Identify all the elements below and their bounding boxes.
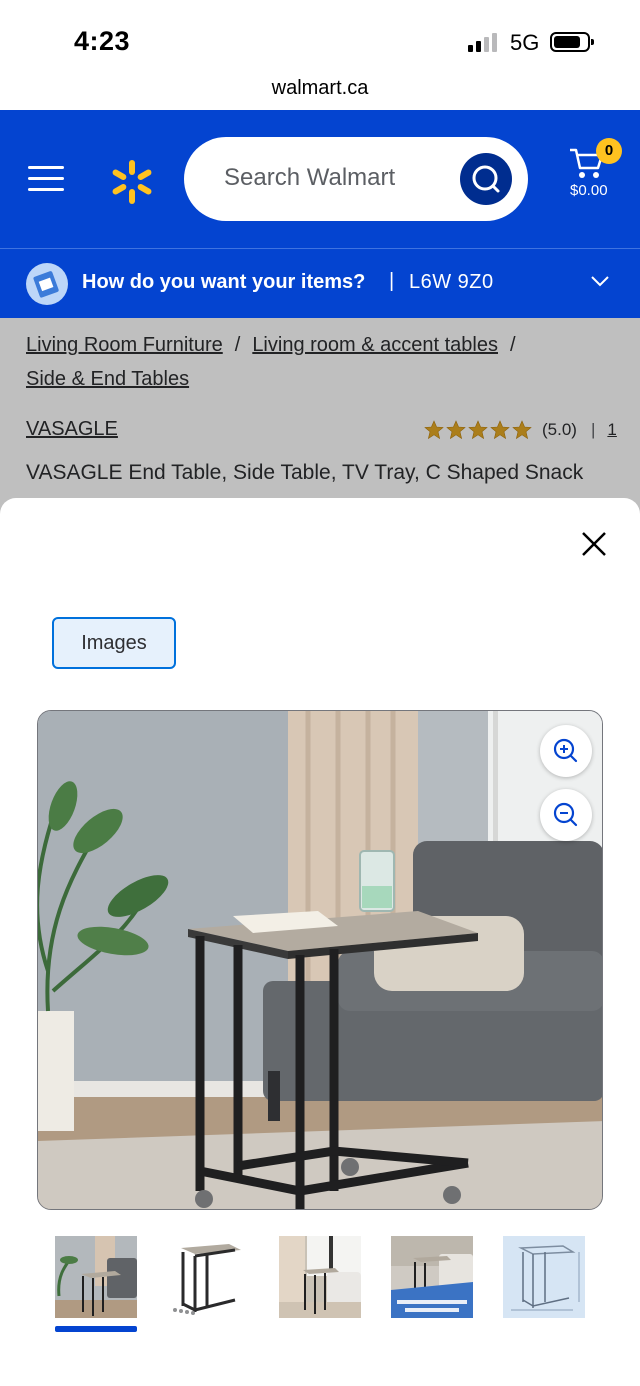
product-only-thumbnail (167, 1236, 249, 1318)
window-scene-thumbnail (279, 1236, 361, 1318)
battery-icon (550, 32, 594, 52)
delivery-icon (26, 263, 68, 305)
thumbnail-5[interactable] (503, 1236, 585, 1318)
url-bar[interactable]: walmart.ca (0, 70, 640, 110)
main-product-image[interactable] (37, 710, 603, 1210)
network-type: 5G (510, 30, 540, 55)
thumbnail-strip (0, 1236, 640, 1336)
postal-code: L6W 9Z0 (409, 271, 494, 293)
workstation-thumbnail (391, 1236, 473, 1318)
selected-thumbnail-indicator (55, 1326, 137, 1332)
zoom-out-icon (553, 802, 578, 827)
tab-images[interactable]: Images (52, 617, 176, 669)
search-input[interactable]: Search Walmart (224, 164, 395, 192)
zoom-out-button[interactable] (540, 789, 592, 841)
zoom-in-button[interactable] (540, 725, 592, 777)
status-time: 4:23 (74, 26, 131, 56)
delivery-separator: | (389, 270, 395, 292)
cart-button[interactable]: 0 $0.00 (566, 138, 626, 210)
search-icon (472, 165, 500, 193)
cart-total: $0.00 (570, 182, 608, 199)
signal-icon (468, 32, 500, 52)
chevron-down-icon (591, 276, 609, 287)
room-scene-image (38, 711, 602, 1209)
thumbnail-4[interactable] (391, 1236, 473, 1318)
menu-icon[interactable] (28, 166, 64, 192)
delivery-question: How do you want your items? (82, 271, 366, 293)
delivery-selector[interactable]: How do you want your items? | L6W 9Z0 (0, 248, 640, 318)
dimensions-thumbnail (503, 1236, 585, 1318)
search-bar[interactable]: Search Walmart (184, 137, 528, 221)
thumbnail-2[interactable] (167, 1236, 249, 1318)
site-header: Search Walmart 0 $0.00 (0, 110, 640, 248)
thumbnail-3[interactable] (279, 1236, 361, 1318)
close-icon[interactable] (578, 528, 610, 560)
zoom-in-icon (553, 738, 578, 763)
image-viewer-modal: Images (0, 498, 640, 1386)
walmart-spark-logo[interactable] (108, 158, 156, 206)
cart-count-badge: 0 (596, 138, 622, 164)
search-button[interactable] (460, 153, 512, 205)
room-scene-thumbnail (55, 1236, 137, 1318)
thumbnail-1[interactable] (55, 1236, 137, 1318)
status-bar: 4:23 5G (0, 0, 640, 70)
